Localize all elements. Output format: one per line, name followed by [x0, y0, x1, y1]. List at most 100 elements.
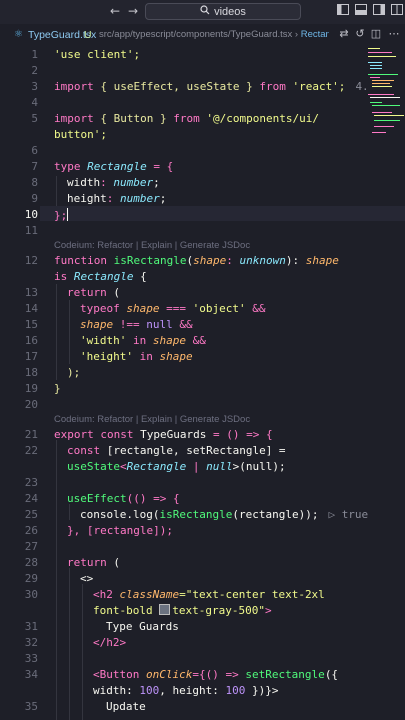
tag-token: <h2	[93, 588, 113, 601]
toggle-secondary-sidebar-icon[interactable]	[372, 4, 386, 18]
string-token: ="text-center text-2xl	[179, 588, 325, 601]
code-line-21: export const TypeGuards = () => {	[54, 428, 273, 441]
code-line-22: const [rectangle, setRectangle] =	[67, 444, 286, 457]
token: }, [rectangle]);	[67, 524, 173, 537]
token: .log(	[126, 508, 160, 521]
toggle-panel-icon[interactable]	[354, 4, 368, 18]
code-line-34: <Button onClick={() => setRectangle({	[93, 668, 338, 681]
token: ;	[159, 192, 167, 205]
breadcrumb-symbol[interactable]: Rectangle	[301, 29, 329, 40]
operator-token: &&	[185, 334, 206, 347]
code-line-5: import { Button } from '@/components/ui/	[54, 112, 319, 125]
minimap-line	[372, 112, 392, 113]
line-number: 20	[24, 398, 38, 411]
code-line-30: <h2 className="text-center text-2xl	[93, 588, 325, 601]
line-number: 12	[24, 254, 38, 267]
line-number: 19	[24, 382, 38, 395]
number-token: 100	[225, 684, 246, 697]
code-line-29: <>	[80, 572, 93, 585]
codelens-actions[interactable]: Codeium: Refactor | Explain | Generate J…	[54, 240, 250, 251]
tab-git-status: U	[84, 29, 92, 41]
more-actions-icon[interactable]: ⋯	[388, 28, 400, 40]
tag-token: </h2>	[93, 636, 127, 649]
token: ):	[285, 254, 306, 267]
function-token: setRectangle	[245, 668, 325, 681]
back-arrow-icon[interactable]: ←	[108, 4, 122, 18]
code-line-12: function isRectangle(shape: unknown): sh…	[54, 254, 339, 267]
keyword-token: import	[54, 80, 94, 93]
token: height	[67, 192, 107, 205]
keyword-token: type	[54, 160, 81, 173]
minimap-line	[370, 65, 382, 66]
keyword-token: return	[67, 286, 107, 299]
type-token: unknown	[239, 254, 286, 267]
token: width:	[93, 684, 140, 697]
codelens-actions[interactable]: Codeium: Refactor | Explain | Generate J…	[54, 414, 250, 425]
token: = () => {	[206, 428, 273, 441]
code-line-30-wrap: font-bold text-gray-500">	[93, 604, 272, 617]
line-number: 29	[24, 572, 38, 585]
line-number: 28	[24, 556, 38, 569]
code-editor[interactable]: 1 2 3 4 5 6 7 8 9 10 11 12 13 14 15 16 1…	[0, 46, 405, 720]
split-editor-icon[interactable]: ◫	[370, 28, 382, 40]
keyword-token: const	[67, 444, 101, 457]
type-token: Rectangle	[87, 160, 147, 173]
toggle-sidebar-icon[interactable]	[336, 4, 350, 18]
minimap-line	[372, 132, 386, 133]
type-token: null	[206, 460, 233, 473]
line-number: 4	[31, 96, 38, 109]
forward-arrow-icon[interactable]: →	[126, 4, 140, 18]
indent-guide	[69, 568, 70, 720]
function-token: useEffect	[67, 492, 127, 505]
minimap-line	[372, 83, 390, 84]
minimap-line	[370, 102, 382, 103]
indent-guide	[69, 300, 70, 364]
indent-guide	[56, 176, 57, 206]
code-line-18: );	[67, 366, 80, 379]
param-token: shape	[126, 302, 160, 315]
inlay-hint: ▷ true	[328, 508, 369, 521]
minimap-line	[368, 94, 394, 95]
code-line-16: 'width' in shape &&	[80, 334, 206, 347]
minimap[interactable]	[366, 46, 405, 156]
command-center-search[interactable]: videos	[145, 3, 301, 20]
line-number-current: 10	[24, 208, 38, 221]
token: width	[67, 176, 101, 189]
token: [rectangle, setRectangle] =	[100, 444, 286, 457]
tab-typeguard[interactable]: ⚛ TypeGuard.tsx U	[0, 24, 96, 46]
git-compare-icon[interactable]: ⇄	[338, 28, 350, 40]
code-line-1: 'use client';	[54, 48, 140, 61]
keyword-token: typeof	[80, 302, 120, 315]
keyword-token: from	[173, 112, 200, 125]
keyword-token: const	[100, 428, 134, 441]
token: })}>	[245, 684, 279, 697]
token: :	[226, 254, 240, 267]
param-token: shape	[193, 254, 227, 267]
line-number: 22	[24, 444, 38, 457]
token: <	[119, 460, 127, 473]
open-changes-icon[interactable]: ↺	[354, 28, 366, 40]
line-number: 27	[24, 540, 38, 553]
function-token: useState	[67, 460, 120, 473]
param-token: shape	[305, 254, 339, 267]
token: :	[106, 192, 120, 205]
minimap-line	[368, 62, 382, 63]
function-token: isRectangle	[113, 254, 187, 267]
string-token: text-gray-500"	[172, 604, 265, 617]
param-token: shape	[152, 334, 186, 347]
line-number: 33	[24, 652, 38, 665]
customize-layout-icon[interactable]	[390, 4, 404, 18]
token: |	[186, 460, 207, 473]
code-line-32: </h2>	[93, 636, 126, 649]
string-token: '@/components/ui/	[199, 112, 319, 125]
line-number: 32	[24, 636, 38, 649]
keyword-token: export	[54, 428, 94, 441]
code-line-8: width: number;	[67, 176, 160, 189]
code-line-12-wrap: is Rectangle {	[54, 270, 147, 283]
code-line-13: return (	[67, 286, 120, 299]
keyword-token: in	[126, 334, 153, 347]
minimap-line	[372, 105, 400, 106]
breadcrumb[interactable]: src/app/typescript/components/TypeGuard.…	[99, 29, 329, 40]
code-line-5-wrap: button';	[54, 128, 107, 141]
string-token: button';	[54, 128, 107, 141]
